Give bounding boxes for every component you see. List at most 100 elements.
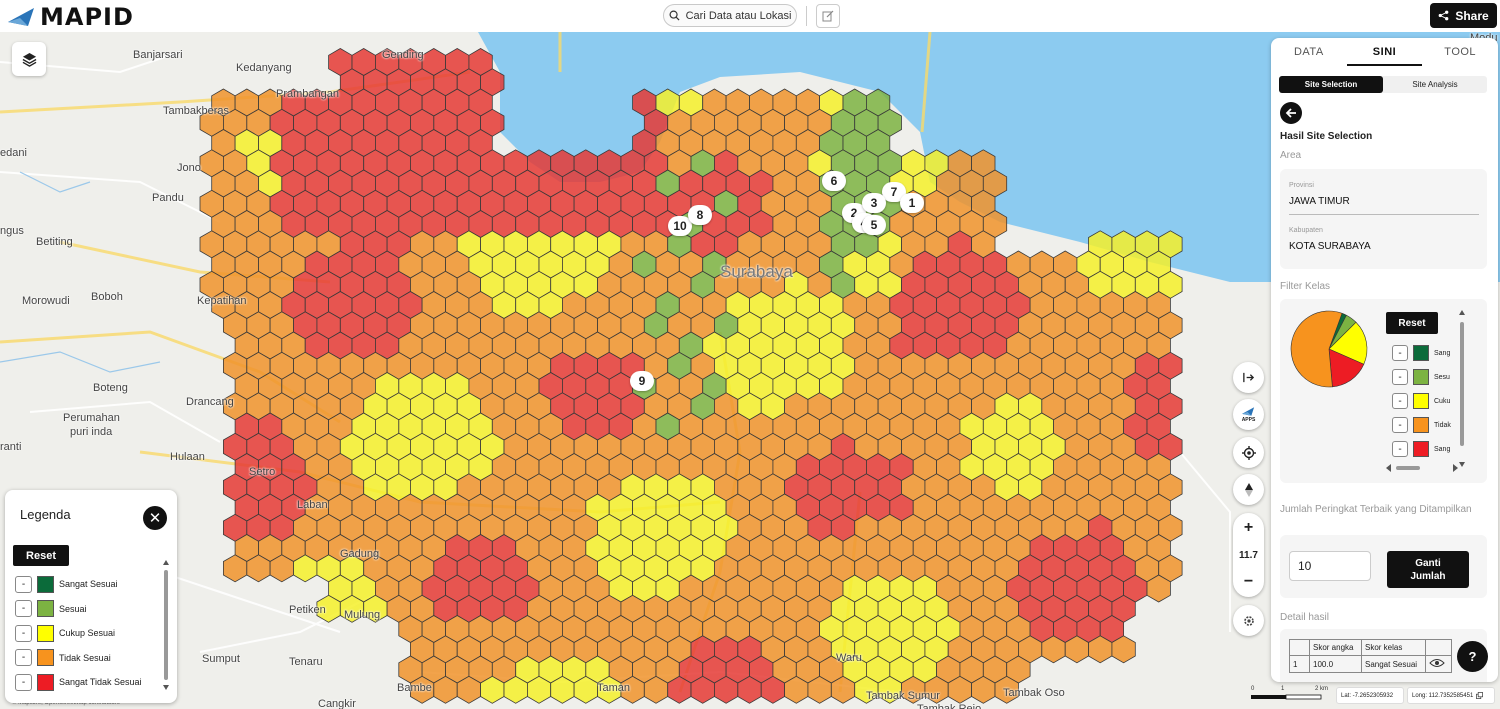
locate-button[interactable] — [1233, 437, 1264, 468]
place-label: Hulaan — [170, 451, 205, 463]
filter-toggle-button[interactable]: - — [1392, 345, 1408, 361]
rank-marker[interactable]: 8 — [688, 205, 712, 225]
layers-icon — [22, 52, 36, 67]
place-label: Gadung — [340, 548, 380, 560]
legend-toggle-button[interactable]: - — [15, 624, 32, 642]
filter-label-text: Sesu — [1434, 373, 1450, 381]
compass-button[interactable] — [1233, 474, 1264, 505]
ganti-jumlah-label: Ganti Jumlah — [1410, 557, 1446, 582]
subtab-site-selection[interactable]: Site Selection — [1279, 76, 1383, 93]
collapse-panel-button[interactable] — [1233, 362, 1264, 393]
place-label: Tenaru — [289, 656, 323, 668]
legend-close-button[interactable]: ✕ — [143, 506, 167, 530]
arrow-left-icon — [1285, 108, 1296, 118]
legend-item: - Tidak Sesuai — [15, 649, 111, 667]
tab-sini[interactable]: SINI — [1346, 38, 1423, 66]
tab-tool[interactable]: TOOL — [1422, 38, 1498, 66]
filter-swatch — [1413, 417, 1429, 433]
place-label: Bambe — [397, 682, 432, 694]
mapid-logo[interactable]: MAPID — [8, 3, 134, 31]
table-cell-rank: 1 — [1289, 655, 1310, 673]
place-label: Kedanyang — [236, 62, 292, 74]
tab-data[interactable]: DATA — [1271, 38, 1347, 66]
share-button[interactable]: Share — [1430, 3, 1497, 28]
place-label: Tambak Sumur — [866, 690, 940, 702]
rank-marker[interactable]: 5 — [862, 215, 886, 235]
legend-label: Sangat Tidak Sesuai — [59, 677, 142, 687]
mapid-logo-icon — [8, 8, 34, 26]
copy-icon[interactable] — [1476, 692, 1484, 699]
filter-reset-button[interactable]: Reset — [1386, 312, 1438, 334]
legend-panel: Legenda ✕ Reset - Sangat Sesuai - Sesuai - Cu… — [5, 490, 177, 703]
legend-reset-button[interactable]: Reset — [13, 545, 69, 566]
filter-swatch — [1413, 441, 1429, 457]
filter-label: Filter Kelas — [1280, 281, 1331, 292]
back-button[interactable] — [1280, 102, 1302, 124]
class-pie-chart — [1290, 310, 1368, 388]
place-label: puri inda — [70, 426, 113, 438]
legend-swatch — [37, 624, 54, 642]
legend-label: Tidak Sesuai — [59, 652, 111, 663]
kabupaten-label: Kabupaten — [1289, 227, 1323, 234]
eye-icon[interactable] — [1429, 658, 1445, 668]
layers-button[interactable] — [12, 42, 46, 76]
legend-label: Sangat Sesuai — [59, 579, 118, 589]
rank-marker[interactable]: 6 — [822, 171, 846, 191]
rivers — [0, 171, 161, 373]
zoom-in-button[interactable]: + — [1244, 519, 1253, 537]
filter-toggle-button[interactable]: - — [1392, 369, 1408, 385]
legend-toggle-button[interactable]: - — [15, 575, 32, 593]
edit-button[interactable] — [816, 4, 840, 28]
filter-toggle-button[interactable]: - — [1392, 393, 1408, 409]
settings-button[interactable] — [1233, 605, 1264, 636]
legend-swatch — [37, 673, 54, 691]
place-label: Tambakberas — [163, 105, 230, 117]
subtab-site-analysis[interactable]: Site Analysis — [1383, 76, 1487, 93]
gear-icon — [1243, 615, 1254, 626]
detail-label: Detail hasil — [1280, 612, 1329, 623]
filter-toggle-button[interactable]: - — [1392, 417, 1408, 433]
jumlah-input[interactable]: 10 — [1289, 551, 1371, 581]
area-separator — [1289, 214, 1479, 215]
table-row[interactable]: 1 100.0 Sangat Sesuai — [1289, 655, 1452, 673]
rank-marker[interactable]: 9 — [630, 371, 654, 391]
zoom-out-button[interactable]: − — [1244, 573, 1253, 591]
filter-label-text: Cuku — [1434, 397, 1451, 405]
legend-toggle-button[interactable]: - — [15, 600, 32, 617]
edit-icon — [822, 10, 834, 22]
search-icon — [669, 10, 680, 21]
legend-swatch — [37, 575, 54, 593]
place-label: Sumput — [202, 653, 240, 665]
scale-label-one: 1 — [1281, 686, 1285, 692]
filter-label-text: Tidak — [1434, 421, 1451, 429]
rank-marker[interactable]: 1 — [900, 193, 924, 213]
filter-toggle-button[interactable]: - — [1392, 441, 1408, 457]
legend-toggle-button[interactable]: - — [15, 673, 32, 691]
latitude-readout: Lat: -7.2652305932 — [1336, 687, 1404, 704]
panel-tabs: DATA SINI TOOL — [1271, 38, 1498, 66]
place-label: Mulung — [344, 609, 381, 621]
legend-toggle-button[interactable]: - — [15, 649, 32, 666]
side-panel: DATA SINI TOOL Site Selection Site Analy… — [1271, 38, 1498, 682]
filter-scrollbar-horizontal[interactable] — [1386, 463, 1458, 473]
legend-label: Cukup Sesuai — [59, 628, 116, 638]
help-button[interactable]: ? — [1457, 641, 1488, 672]
place-label: Waru — [836, 652, 862, 664]
search-button[interactable]: Cari Data atau Lokasi — [663, 4, 797, 27]
area-card: Provinsi JAWA TIMUR Kabupaten KOTA SURAB… — [1280, 169, 1487, 269]
legend-swatch — [37, 600, 54, 617]
ganti-jumlah-button[interactable]: Ganti Jumlah — [1387, 551, 1469, 588]
place-label: Pandu — [152, 192, 184, 204]
filter-scrollbar-vertical[interactable] — [1458, 309, 1466, 469]
place-label: Banjarsari — [133, 49, 183, 61]
map-scale-bar: 0 1 2 km — [1249, 686, 1334, 706]
legend-item: - Sesuai — [15, 600, 87, 618]
apps-button[interactable]: APPS — [1233, 399, 1264, 430]
scale-label-two: 2 km — [1315, 686, 1329, 692]
table-header-cell: Skor angka — [1309, 639, 1362, 656]
panel-heading: Hasil Site Selection — [1280, 131, 1373, 142]
apps-logo-icon — [1241, 407, 1254, 416]
legend-scrollbar[interactable] — [163, 560, 169, 690]
longitude-readout: Long: 112.7352585451 — [1407, 687, 1495, 704]
rank-marker[interactable]: 3 — [862, 193, 886, 213]
